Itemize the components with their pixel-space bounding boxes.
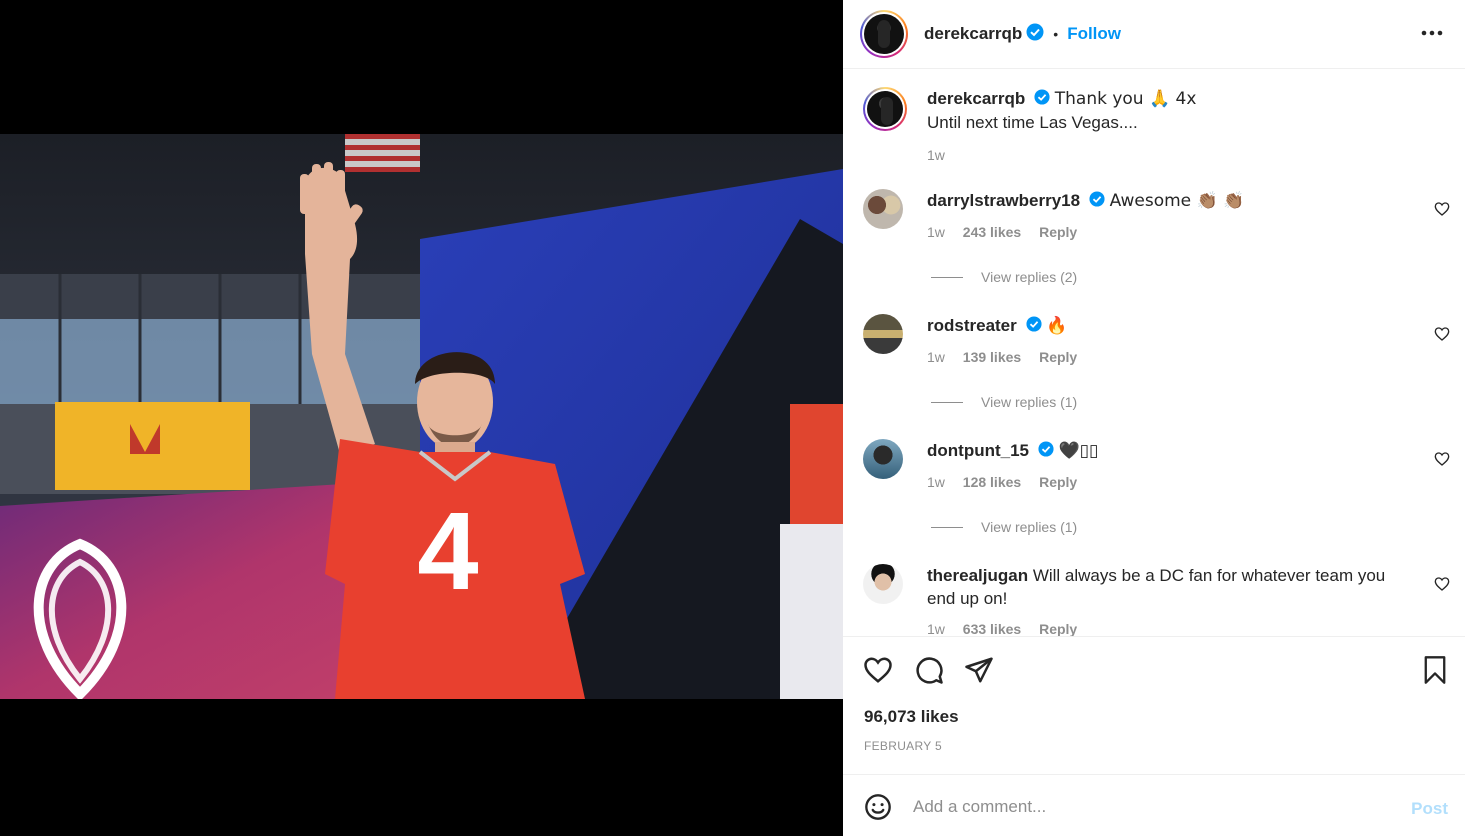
verified-badge-icon: [1038, 440, 1054, 463]
share-icon[interactable]: [964, 655, 994, 690]
comment-username[interactable]: rodstreater: [927, 316, 1017, 335]
caption-username[interactable]: derekcarrqb: [927, 89, 1025, 108]
comment-username[interactable]: darrylstrawberry18: [927, 191, 1080, 210]
comment-icon[interactable]: [914, 655, 944, 690]
comment-likes[interactable]: 243 likes: [963, 224, 1021, 240]
comment-username[interactable]: dontpunt_15: [927, 441, 1029, 460]
more-options-icon[interactable]: [1419, 20, 1445, 46]
add-comment-bar: Post: [843, 774, 1465, 836]
caption-text: Thank you 🙏 4x: [1054, 89, 1197, 109]
comment-timestamp[interactable]: 1w: [927, 349, 945, 365]
replies-line: [931, 276, 963, 278]
comment-heart-icon[interactable]: [1434, 326, 1450, 347]
post-header: derekcarrqb • Follow: [843, 0, 1465, 69]
comment-likes[interactable]: 633 likes: [963, 621, 1021, 636]
verified-badge-icon: [1089, 190, 1105, 213]
comments-list[interactable]: derekcarrqb Thank you 🙏 4x Until next ti…: [843, 69, 1465, 636]
comment-text: 🔥: [1046, 316, 1068, 336]
reply-button[interactable]: Reply: [1039, 224, 1077, 240]
post-caption: derekcarrqb Thank you 🙏 4x Until next ti…: [860, 87, 1450, 167]
comment-item: therealjugan Will always be a DC fan for…: [860, 564, 1450, 636]
comment-timestamp[interactable]: 1w: [927, 474, 945, 490]
reply-button[interactable]: Reply: [1039, 474, 1077, 490]
comment-likes[interactable]: 139 likes: [963, 349, 1021, 365]
verified-badge-icon: [1025, 315, 1042, 338]
reply-button[interactable]: Reply: [1039, 621, 1077, 636]
comment-heart-icon[interactable]: [1434, 201, 1450, 222]
add-comment-input[interactable]: [913, 793, 1373, 821]
caption-text-line2: Until next time Las Vegas....: [927, 113, 1138, 133]
replies-line: [931, 401, 963, 403]
comment-text: 🖤▯▯: [1058, 441, 1099, 461]
comment-heart-icon[interactable]: [1434, 576, 1450, 597]
author-username[interactable]: derekcarrqb: [924, 24, 1022, 44]
save-icon[interactable]: [1421, 655, 1449, 690]
replies-line: [931, 526, 963, 528]
view-replies-button[interactable]: View replies (1): [931, 519, 1077, 535]
commenter-avatar[interactable]: [863, 189, 903, 229]
commenter-avatar[interactable]: [863, 439, 903, 479]
post-comment-button[interactable]: Post: [1411, 799, 1448, 819]
commenter-avatar[interactable]: [863, 314, 903, 354]
comment-text: Awesome 👏🏽 👏🏽: [1109, 191, 1245, 211]
comment-timestamp[interactable]: 1w: [927, 224, 945, 240]
view-replies-button[interactable]: View replies (2): [931, 269, 1077, 285]
post-media[interactable]: 4: [0, 0, 843, 836]
post-actions: 96,073 likes FEBRUARY 5: [843, 636, 1465, 774]
likes-count[interactable]: 96,073 likes: [864, 707, 959, 727]
emoji-icon[interactable]: [864, 793, 892, 826]
comment-likes[interactable]: 128 likes: [963, 474, 1021, 490]
post-date[interactable]: FEBRUARY 5: [864, 739, 942, 753]
commenter-avatar[interactable]: [863, 564, 903, 604]
verified-badge-icon: [1034, 88, 1050, 111]
post-photo[interactable]: 4: [0, 134, 843, 699]
comment-timestamp[interactable]: 1w: [927, 621, 945, 636]
follow-button[interactable]: Follow: [1067, 24, 1121, 44]
separator-dot: •: [1053, 26, 1059, 42]
author-avatar[interactable]: [860, 10, 908, 58]
view-replies-label[interactable]: View replies (1): [981, 519, 1077, 535]
comment-heart-icon[interactable]: [1434, 451, 1450, 472]
jersey-number: 4: [417, 490, 478, 613]
heart-icon[interactable]: [863, 655, 893, 690]
caption-avatar[interactable]: [863, 87, 907, 131]
view-replies-label[interactable]: View replies (1): [981, 394, 1077, 410]
reply-button[interactable]: Reply: [1039, 349, 1077, 365]
caption-timestamp[interactable]: 1w: [927, 147, 945, 163]
view-replies-button[interactable]: View replies (1): [931, 394, 1077, 410]
view-replies-label[interactable]: View replies (2): [981, 269, 1077, 285]
comment-username[interactable]: therealjugan: [927, 566, 1028, 585]
post-side-panel: derekcarrqb • Follow derekcarrqb Thank y…: [843, 0, 1465, 836]
verified-badge-icon: [1026, 23, 1044, 46]
